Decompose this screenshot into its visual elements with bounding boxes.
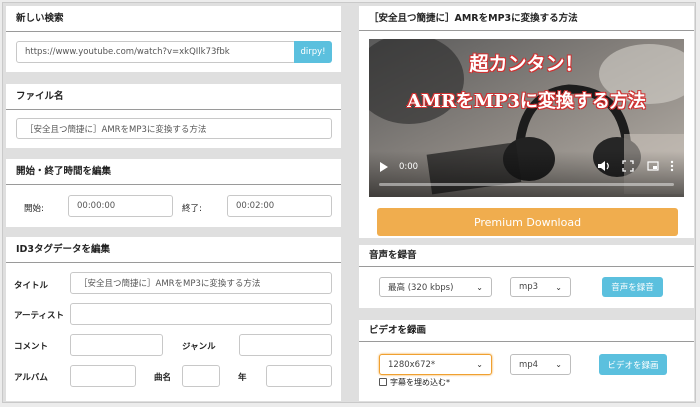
id3-panel: ID3タグデータを編集 タイトル ［安全且つ簡捷に］AMRをMP3に変換する方法… [6, 237, 341, 401]
chevron-down-icon: ⌄ [476, 282, 483, 292]
id3-title: ID3タグデータを編集 [6, 237, 341, 263]
genre-label: ジャンル [182, 342, 216, 352]
video-resolution-select[interactable]: 1280x672* ⌄ [379, 354, 492, 375]
genre-input[interactable] [239, 334, 332, 356]
volume-icon[interactable] [597, 160, 611, 172]
audio-format-value: mp3 [519, 282, 539, 292]
filename-title: ファイル名 [6, 84, 341, 110]
video-title: ［安全且つ簡捷に］AMRをMP3に変換する方法 [359, 6, 694, 31]
id3-title-input[interactable]: ［安全且つ簡捷に］AMRをMP3に変換する方法 [70, 272, 332, 294]
filename-input[interactable]: ［安全且つ簡捷に］AMRをMP3に変換する方法 [16, 118, 332, 139]
chevron-down-icon: ⌄ [476, 360, 483, 369]
audio-quality-value: 最高 (320 kbps) [388, 283, 454, 293]
video-format-select[interactable]: mp4 ⌄ [510, 354, 571, 375]
video-panel: ［安全且つ簡捷に］AMRをMP3に変換する方法 超カンタン！ AMRをMP3に変… [359, 6, 694, 238]
video-format-value: mp4 [519, 359, 539, 370]
id3-title-label: タイトル [14, 281, 49, 291]
album-input[interactable] [70, 365, 136, 387]
artist-input[interactable] [70, 303, 332, 325]
video-record-panel: ビデオを録画 1280x672* ⌄ mp4 ⌄ ビデオを録画 字幕を埋め込む* [359, 320, 694, 401]
video-record-title: ビデオを録画 [359, 320, 694, 342]
video-time: 0:00 [399, 162, 419, 172]
video-controls [369, 151, 684, 197]
track-input[interactable] [182, 365, 220, 387]
audio-quality-select[interactable]: 最高 (320 kbps) ⌄ [379, 277, 492, 297]
dirpy-button[interactable]: dirpy! [294, 41, 332, 63]
video-player[interactable]: 超カンタン！ AMRをMP3に変換する方法 0:00 [369, 39, 684, 197]
video-progress-track[interactable] [379, 183, 674, 186]
new-search-title: 新しい検索 [6, 6, 341, 32]
comment-label: コメント [14, 342, 49, 352]
start-time-input[interactable]: 00:00:00 [68, 195, 173, 217]
audio-panel: 音声を録音 最高 (320 kbps) ⌄ mp3 ⌄ 音声を録音 [359, 245, 694, 308]
year-label: 年 [238, 373, 247, 383]
video-resolution-value: 1280x672* [388, 359, 436, 370]
new-search-panel: 新しい検索 https://www.youtube.com/watch?v=xk… [6, 6, 341, 72]
chevron-down-icon: ⌄ [555, 282, 562, 292]
more-options-icon[interactable] [669, 160, 675, 172]
chevron-down-icon: ⌄ [555, 360, 562, 369]
subtitle-label: 字幕を埋め込む* [390, 378, 450, 387]
subtitle-checkbox[interactable] [379, 378, 387, 386]
time-panel: 開始・終了時間を編集 開始: 00:00:00 終了: 00:02:00 [6, 159, 341, 227]
audio-format-select[interactable]: mp3 ⌄ [510, 277, 571, 297]
year-input[interactable] [266, 365, 332, 387]
play-icon[interactable] [379, 161, 389, 173]
premium-download-button[interactable]: Premium Download [377, 208, 678, 236]
url-input[interactable]: https://www.youtube.com/watch?v=xkQIlk73… [16, 41, 296, 63]
fullscreen-icon[interactable] [622, 160, 634, 172]
record-video-button[interactable]: ビデオを録画 [599, 354, 667, 375]
record-audio-button[interactable]: 音声を録音 [602, 277, 663, 297]
track-label: 曲名 [154, 373, 172, 383]
overlay-line1: 超カンタン！ [469, 53, 584, 75]
time-title: 開始・終了時間を編集 [6, 159, 341, 185]
album-label: アルバム [14, 373, 48, 383]
end-time-input[interactable]: 00:02:00 [227, 195, 332, 217]
comment-input[interactable] [70, 334, 163, 356]
audio-title: 音声を録音 [359, 245, 694, 267]
overlay-line2: AMRをMP3に変換する方法 [407, 91, 646, 112]
artist-label: アーティスト [14, 311, 64, 321]
start-label: 開始: [24, 204, 44, 214]
end-label: 終了: [182, 204, 202, 214]
pip-icon[interactable] [647, 160, 659, 172]
filename-panel: ファイル名 ［安全且つ簡捷に］AMRをMP3に変換する方法 [6, 84, 341, 148]
